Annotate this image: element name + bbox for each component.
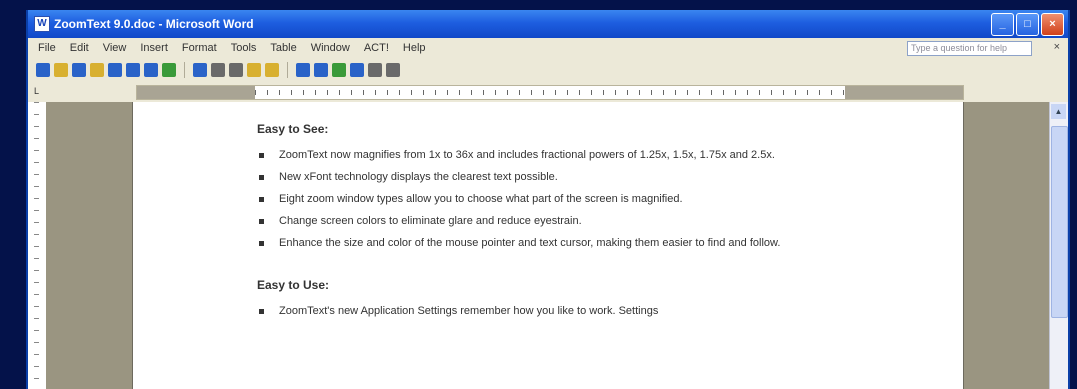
document-close-button[interactable]: × xyxy=(1054,41,1060,53)
show-hide-icon[interactable] xyxy=(368,63,382,77)
ask-question-box[interactable]: Type a question for help xyxy=(907,41,1032,56)
horizontal-ruler[interactable] xyxy=(136,85,964,100)
toolbar-separator xyxy=(287,62,288,78)
permission-icon[interactable] xyxy=(90,63,104,77)
vertical-ruler-ticks xyxy=(34,102,39,389)
table-icon[interactable] xyxy=(296,63,310,77)
standard-toolbar xyxy=(28,58,1068,82)
heading-easy-to-see: Easy to See: xyxy=(257,122,329,136)
window-title: ZoomText 9.0.doc - Microsoft Word xyxy=(54,17,254,31)
spelling-icon[interactable] xyxy=(162,63,176,77)
close-button[interactable]: × xyxy=(1041,13,1064,36)
print-icon[interactable] xyxy=(126,63,140,77)
drawing-icon[interactable] xyxy=(332,63,346,77)
menu-view[interactable]: View xyxy=(103,42,127,54)
right-margin-marker[interactable] xyxy=(845,86,963,99)
vertical-scrollbar[interactable]: ▲ xyxy=(1049,102,1068,389)
document-page[interactable]: Easy to See: ZoomText now magnifies from… xyxy=(132,102,964,389)
menu-bar: File Edit View Insert Format Tools Table Window… xyxy=(28,38,1068,58)
document-body: Easy to See: ZoomText now magnifies from… xyxy=(257,122,857,326)
menu-act[interactable]: ACT! xyxy=(364,42,389,54)
new-icon[interactable] xyxy=(36,63,50,77)
cut-icon[interactable] xyxy=(211,63,225,77)
toolbar-separator xyxy=(184,62,185,78)
list-item: New xFont technology displays the cleare… xyxy=(257,170,857,184)
ruler-row: L xyxy=(28,82,1068,103)
word-app-icon[interactable]: W xyxy=(34,16,50,32)
menu-window[interactable]: Window xyxy=(311,42,350,54)
menu-items: File Edit View Insert Format Tools Table Window… xyxy=(38,42,426,54)
window-controls: _ □ × xyxy=(991,13,1064,36)
vertical-ruler[interactable] xyxy=(28,102,47,389)
copy-icon[interactable] xyxy=(229,63,243,77)
ruler-ticks xyxy=(255,90,845,95)
format-painter-icon[interactable] xyxy=(265,63,279,77)
minimize-button[interactable]: _ xyxy=(991,13,1014,36)
menu-table[interactable]: Table xyxy=(270,42,296,54)
columns-icon[interactable] xyxy=(314,63,328,77)
bullet-list-use: ZoomText's new Application Settings reme… xyxy=(257,304,857,318)
word-window: W ZoomText 9.0.doc - Microsoft Word _ □ … xyxy=(26,10,1070,389)
print-preview-icon[interactable] xyxy=(144,63,158,77)
menu-help[interactable]: Help xyxy=(403,42,426,54)
menu-format[interactable]: Format xyxy=(182,42,217,54)
document-map-icon[interactable] xyxy=(350,63,364,77)
list-item: ZoomText's new Application Settings reme… xyxy=(257,304,857,318)
list-item: Enhance the size and color of the mouse … xyxy=(257,236,857,250)
paste-icon[interactable] xyxy=(247,63,261,77)
maximize-button[interactable]: □ xyxy=(1016,13,1039,36)
list-item: Change screen colors to eliminate glare … xyxy=(257,214,857,228)
left-margin-marker[interactable] xyxy=(137,86,255,99)
document-area: Easy to See: ZoomText now magnifies from… xyxy=(46,102,1050,389)
heading-easy-to-use: Easy to Use: xyxy=(257,278,330,292)
title-bar[interactable]: W ZoomText 9.0.doc - Microsoft Word _ □ … xyxy=(28,10,1068,38)
scroll-up-arrow-icon[interactable]: ▲ xyxy=(1051,104,1066,119)
undo-icon[interactable] xyxy=(193,63,207,77)
menu-edit[interactable]: Edit xyxy=(70,42,89,54)
zoom-icon[interactable] xyxy=(386,63,400,77)
open-icon[interactable] xyxy=(54,63,68,77)
menu-tools[interactable]: Tools xyxy=(231,42,257,54)
menu-insert[interactable]: Insert xyxy=(140,42,168,54)
save-icon[interactable] xyxy=(72,63,86,77)
email-icon[interactable] xyxy=(108,63,122,77)
tab-selector-icon[interactable]: L xyxy=(34,86,44,97)
menu-file[interactable]: File xyxy=(38,42,56,54)
list-item: ZoomText now magnifies from 1x to 36x an… xyxy=(257,148,857,162)
bullet-list-see: ZoomText now magnifies from 1x to 36x an… xyxy=(257,148,857,250)
scroll-thumb[interactable] xyxy=(1051,126,1068,318)
list-item: Eight zoom window types allow you to cho… xyxy=(257,192,857,206)
